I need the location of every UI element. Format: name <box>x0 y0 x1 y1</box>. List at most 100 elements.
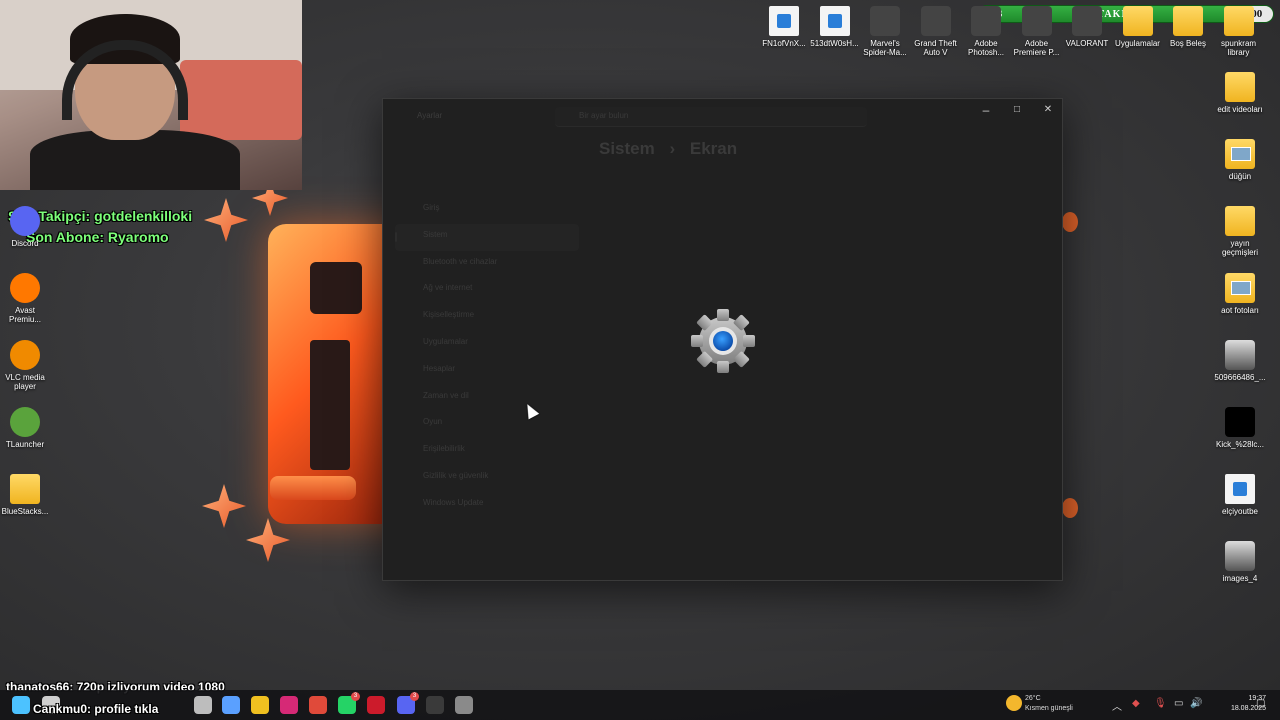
vlc-icon <box>10 340 40 370</box>
settings-nav-item[interactable]: Giriş <box>395 197 579 224</box>
desktop-icon[interactable]: aot fotoları <box>1214 273 1266 315</box>
opera-icon[interactable] <box>367 696 385 714</box>
settings-nav-item[interactable]: Windows Update <box>395 492 579 519</box>
kick-icon <box>1225 407 1255 437</box>
desktop-icon-label: düğün <box>1228 172 1252 181</box>
wallpaper-accent <box>1062 498 1078 518</box>
photoshop-icon <box>971 6 1001 36</box>
desktop-icon[interactable]: VALORANT <box>1061 6 1113 48</box>
app-title: Ayarlar <box>417 111 443 120</box>
desktop-icon-label: yayın geçmişleri <box>1221 239 1258 257</box>
volume-icon[interactable]: 🔊 <box>1190 698 1202 709</box>
desktop-icon[interactable]: Adobe Photosh... <box>960 6 1012 57</box>
wallpaper-logo-cutout <box>310 262 362 314</box>
desktop-icon-label: Marvel's Spider-Ma... <box>863 39 907 57</box>
folder-icon <box>10 474 40 504</box>
maximize-button[interactable]: □ <box>1002 99 1032 121</box>
settings-nav-item[interactable]: Gizlilik ve güvenlik <box>395 465 579 492</box>
image-file-icon <box>819 6 850 36</box>
settings-nav-item[interactable]: Uygulamalar <box>395 331 579 358</box>
desktop-icon-label: Adobe Premiere P... <box>1013 39 1060 57</box>
chat-username: Cankmu0 <box>33 702 88 716</box>
desktop-icon-label: Avast Premiu... <box>8 306 41 324</box>
desktop-icon-label: TLauncher <box>5 440 45 449</box>
desktop-icon[interactable]: FN1ofVnX... <box>758 6 810 48</box>
discord-icon <box>10 206 40 236</box>
settings-search-input[interactable]: Bir ayar bulun <box>555 107 867 127</box>
desktop-icon[interactable]: VLC media player <box>0 340 51 391</box>
settings-gear-icon <box>691 309 755 373</box>
avast-icon <box>10 273 40 303</box>
desktop-icon[interactable]: 509666486_... <box>1214 340 1266 382</box>
copilot-icon[interactable] <box>222 696 240 714</box>
desktop-icon[interactable]: Grand Theft Auto V <box>910 6 962 57</box>
desktop-icon[interactable]: düğün <box>1214 139 1266 181</box>
desktop-icon-label: VLC media player <box>5 373 45 391</box>
task-view-icon[interactable] <box>194 696 212 714</box>
desktop-icon[interactable]: Boş Beleş <box>1162 6 1214 48</box>
desktop-icon[interactable]: 513dtW0sH... <box>809 6 861 48</box>
settings-nav-item[interactable]: Zaman ve dil <box>395 385 579 412</box>
desktop-icon[interactable]: Kick_%28lc... <box>1214 407 1266 449</box>
desktop-icon-label: Discord <box>11 239 39 248</box>
desktop-icon-label: Boş Beleş <box>1169 39 1207 48</box>
photo-icon <box>1225 340 1255 370</box>
obs-icon[interactable] <box>426 696 444 714</box>
desktop-icon-label: edit videoları <box>1217 105 1263 114</box>
network-icon[interactable]: ▭ <box>1174 698 1183 709</box>
whatsapp-icon[interactable]: 3 <box>338 692 360 714</box>
desktop-icon[interactable]: TLauncher <box>0 407 51 449</box>
wallpaper-logo-cutout <box>310 340 350 470</box>
breadcrumb-parent[interactable]: Sistem <box>599 139 655 158</box>
breadcrumb-separator: › <box>669 139 676 158</box>
settings-nav-item[interactable]: Ağ ve internet <box>395 277 579 304</box>
breadcrumb-current: Ekran <box>689 139 738 158</box>
tray-app-icon[interactable]: ◆ <box>1132 698 1140 709</box>
wallpaper-accent <box>1062 212 1078 232</box>
desktop-icon-label: 509666486_... <box>1214 373 1266 382</box>
desktop-icon[interactable]: spunkram library <box>1213 6 1265 57</box>
tray-overflow-icon[interactable]: ︿ <box>1112 698 1122 713</box>
notification-badge: 3 <box>410 692 419 701</box>
instagram-icon[interactable] <box>280 696 298 714</box>
breadcrumb: Sistem › Ekran <box>599 139 747 159</box>
wallpaper-logo-dash <box>270 476 356 500</box>
settings-nav-item[interactable]: Sistem <box>395 223 579 251</box>
spiderman-icon <box>870 6 900 36</box>
settings-nav-item[interactable]: Oyun <box>395 411 579 438</box>
spark-decoration <box>204 198 248 242</box>
microphone-icon[interactable]: 🎙 <box>1154 698 1167 709</box>
settings-nav-item[interactable]: Kişiselleştirme <box>395 304 579 331</box>
desktop-icon[interactable]: elçiyoutbe <box>1214 474 1266 516</box>
chrome-icon[interactable] <box>309 696 327 714</box>
desktop-icon-label: Grand Theft Auto V <box>914 39 957 57</box>
desktop-icon[interactable]: yayın geçmişleri <box>1214 206 1266 257</box>
spark-decoration <box>202 484 246 528</box>
minimize-button[interactable]: – <box>971 99 1001 121</box>
desktop-icon[interactable]: Avast Premiu... <box>0 273 51 324</box>
spark-decoration <box>246 518 290 562</box>
settings-icon[interactable] <box>455 696 473 714</box>
discord-icon[interactable]: 3 <box>397 692 419 714</box>
webcam-feed <box>0 0 302 190</box>
file-explorer-icon[interactable] <box>251 696 269 714</box>
desktop-icon[interactable]: BlueStacks... <box>0 474 51 516</box>
desktop-icon[interactable]: Uygulamalar <box>1112 6 1164 48</box>
notification-icon[interactable]: ▢ <box>1256 698 1265 709</box>
close-button[interactable]: ✕ <box>1033 99 1063 121</box>
settings-window[interactable]: Ayarlar Bir ayar bulun – □ ✕ Sistem › Ek… <box>382 98 1063 581</box>
start-icon[interactable] <box>12 696 30 714</box>
valorant-icon <box>1072 6 1102 36</box>
folder-icon <box>1225 72 1255 102</box>
settings-nav-item[interactable]: Erişilebilirlik <box>395 438 579 465</box>
desktop-icon[interactable]: Adobe Premiere P... <box>1011 6 1063 57</box>
weather-sun-icon <box>1006 695 1022 711</box>
title-bar[interactable]: Ayarlar Bir ayar bulun – □ ✕ <box>383 99 1062 131</box>
desktop-icon[interactable]: Discord <box>0 206 51 248</box>
settings-nav-item[interactable]: Bluetooth ve cihazlar <box>395 251 579 278</box>
desktop-icon[interactable]: Marvel's Spider-Ma... <box>859 6 911 57</box>
desktop-icon[interactable]: edit videoları <box>1214 72 1266 114</box>
chat-text: : profile tıkla <box>87 702 159 716</box>
desktop-icon[interactable]: images_4 <box>1214 541 1266 583</box>
settings-nav-item[interactable]: Hesaplar <box>395 358 579 385</box>
